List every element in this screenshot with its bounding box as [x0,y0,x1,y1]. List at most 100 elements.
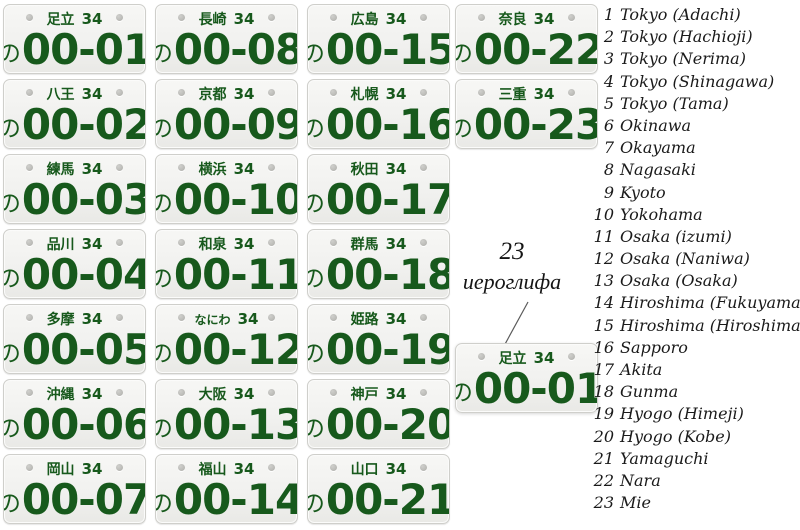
license-plate[interactable]: 神戸34の00-20 [307,379,450,449]
legend-item-number: 5 [603,93,614,113]
bolt-icon [568,89,575,96]
plate-class-code: 34 [233,385,255,403]
plate-hiragana: の [4,43,21,66]
plate-serial-number: 00-02 [21,100,146,149]
plate-class-code: 34 [385,10,407,28]
legend-item-label: Osaka (izumi) [620,226,732,246]
plate-body: の00-08 [156,29,297,73]
plate-serial-number: 00-01 [473,364,598,413]
bolt-icon [178,239,185,246]
plate-region-kanji: 姫路 [350,311,379,328]
legend-item-number: 2 [603,27,614,47]
plate-serial-number: 00-16 [325,100,450,149]
plate-region-kanji: 練馬 [46,161,75,178]
plate-region-kanji: 多摩 [46,311,75,328]
license-plate[interactable]: 群馬34の00-18 [307,229,450,299]
plate-header: 山口 34 [308,455,449,481]
bolt-icon [26,14,33,21]
legend-item-number: 1 [603,5,614,24]
license-plate[interactable]: 沖縄34の00-06 [3,379,146,449]
license-plate[interactable]: 横浜34の00-10 [155,154,298,224]
bolt-icon [330,239,337,246]
legend-item: 4 Tokyo (Shinagawa) [588,71,800,93]
license-plate[interactable]: 三重34の00-23 [455,79,598,149]
license-plate[interactable]: 広島34の00-15 [307,4,450,74]
plate-header: 長崎 34 [156,5,297,31]
bolt-icon [116,389,123,396]
legend-item-number: 10 [593,204,614,224]
plate-region-kanji: 品川 [46,236,75,253]
plate-header: 群馬 34 [308,230,449,256]
legend-item-label: Hyogo (Kobe) [620,426,731,446]
license-plate[interactable]: 奈良34の00-22 [455,4,598,74]
plate-hiragana: の [456,43,473,66]
plate-class-code: 34 [385,385,407,403]
plate-region-kanji: 奈良 [498,11,527,28]
legend-item: 9 Kyoto [588,182,800,204]
bolt-icon [26,89,33,96]
license-plate[interactable]: 岡山34の00-07 [3,454,146,524]
legend-item-label: Tokyo (Hachioji) [620,27,753,47]
bolt-icon [178,464,185,471]
legend-item: 20 Hyogo (Kobe) [588,426,800,448]
legend-item-label: Nagasaki [620,160,696,180]
legend-item-number: 18 [593,382,614,402]
legend-item-label: Osaka (Osaka) [620,271,738,291]
license-plate[interactable]: 大阪34の00-13 [155,379,298,449]
license-plate[interactable]: 練馬34の00-03 [3,154,146,224]
bolt-icon [178,164,185,171]
plate-region-kanji: なにわ [194,312,231,327]
plate-region-kanji: 足立 [46,11,75,28]
legend-item-label: Kyoto [620,182,666,202]
license-plate[interactable]: 姫路34の00-19 [307,304,450,374]
legend-item-number: 21 [593,448,614,468]
plate-header: なにわ 34 [156,305,297,331]
legend-item-label: Gunma [620,382,679,402]
license-plate[interactable]: 和泉34の00-11 [155,229,298,299]
legend-item-number: 13 [593,271,614,291]
plate-serial-number: 00-20 [325,400,450,449]
legend-item-number: 19 [593,404,614,424]
bolt-icon [116,14,123,21]
license-plate[interactable]: 秋田34の00-17 [307,154,450,224]
legend-item: 5 Tokyo (Tama) [588,93,800,115]
bolt-icon [26,164,33,171]
plate-hiragana: の [4,118,21,141]
plate-serial-number: 00-21 [325,475,450,524]
bolt-icon [26,239,33,246]
plate-class-code: 34 [81,10,103,28]
legend-item: 16 Sapporo [588,337,800,359]
license-plate[interactable]: 品川34の00-04 [3,229,146,299]
plate-hiragana: の [456,118,473,141]
license-plate[interactable]: 福山34の00-14 [155,454,298,524]
plate-header: 福山 34 [156,455,297,481]
plate-body: の00-11 [156,254,297,298]
plate-hiragana: の [308,43,325,66]
license-plate[interactable]: 多摩34の00-05 [3,304,146,374]
plate-hiragana: の [4,343,21,366]
legend-item-label: Tokyo (Tama) [620,93,729,113]
callout-license-plate[interactable]: 足立 34 の 00-01 [455,343,598,413]
plate-region-kanji: 札幌 [350,86,379,103]
license-plate[interactable]: なにわ34の00-12 [155,304,298,374]
legend-item-label: Yokohama [620,204,703,224]
license-plate[interactable]: 足立34の00-01 [3,4,146,74]
plate-hiragana: の [4,418,21,441]
license-plate[interactable]: 山口34の00-21 [307,454,450,524]
legend-item: 18 Gunma [588,381,800,403]
bolt-icon [420,239,427,246]
bolt-icon [268,389,275,396]
legend-item: 12 Osaka (Naniwa) [588,248,800,270]
bolt-icon [268,464,275,471]
license-plate[interactable]: 京都34の00-09 [155,79,298,149]
license-plate-grid: 足立 34 の 00-01 八王34の00-02練馬34の00-03品川34の00-04… [0,0,600,530]
legend-item-label: Tokyo (Shinagawa) [620,71,775,91]
plate-body: の00-19 [308,329,449,373]
license-plate[interactable]: 長崎34の00-08 [155,4,298,74]
plate-body: の00-22 [456,29,597,73]
license-plate[interactable]: 八王34の00-02 [3,79,146,149]
license-plate[interactable]: 札幌34の00-16 [307,79,450,149]
bolt-icon [178,89,185,96]
plate-body: の00-21 [308,475,450,524]
plate-body: の00-12 [156,329,297,373]
